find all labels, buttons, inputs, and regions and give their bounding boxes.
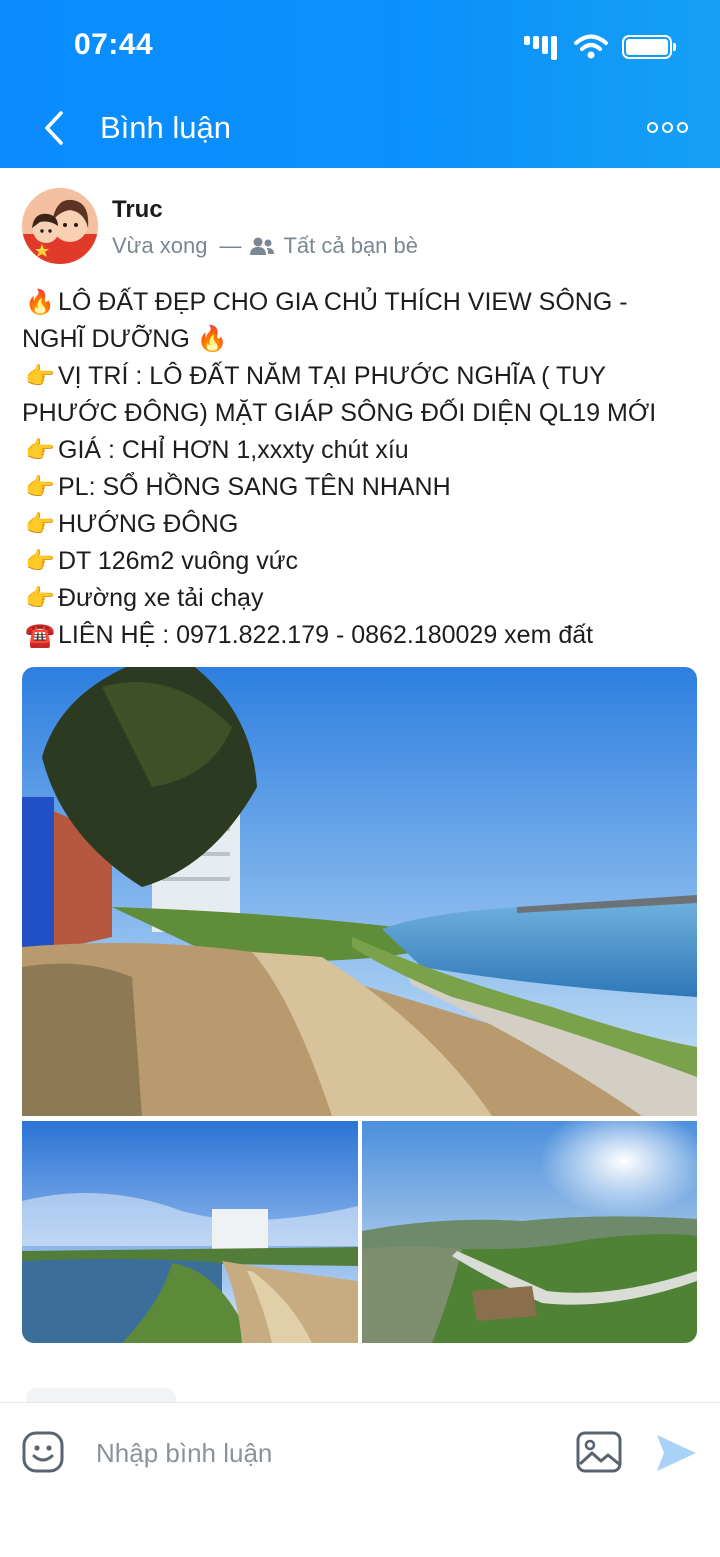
sticker-icon[interactable] xyxy=(22,1431,64,1473)
app-header: 07:44 Bình luận xyxy=(0,0,720,168)
post-line: ☎️ LIÊN HỆ : 0971.822.179 - 0862.180029 x… xyxy=(22,617,702,654)
post-photo-main[interactable] xyxy=(22,667,697,1116)
post-line: 👉 PL: SỔ HỒNG SANG TÊN NHANH xyxy=(22,469,702,506)
post-time: Vừa xong xyxy=(112,233,208,258)
image-icon[interactable] xyxy=(576,1431,622,1473)
back-button[interactable] xyxy=(36,108,72,148)
post-privacy[interactable]: Tất cả bạn bè xyxy=(283,233,418,259)
post-line-text: VỊ TRÍ : LÔ ĐẤT NĂM TẠI PHƯỚC NGHĨA ( TU… xyxy=(58,362,606,390)
battery-icon xyxy=(622,35,676,59)
post-line-text: PL: SỔ HỒNG SANG TÊN NHANH xyxy=(58,473,451,501)
more-options-button[interactable] xyxy=(644,114,690,140)
post-line: 👉 DT 126m2 vuông vức xyxy=(22,543,702,580)
post-line: 👉 GIÁ : CHỈ HƠN 1,xxxty chút xíu xyxy=(22,432,702,469)
more-dot xyxy=(676,121,688,133)
status-time: 07:44 xyxy=(74,28,154,61)
post-photo-3[interactable] xyxy=(362,1121,697,1343)
meta-separator: — xyxy=(219,233,242,258)
signal-icon xyxy=(524,34,560,60)
post-content: 🔥 LÔ ĐẤT ĐẸP CHO GIA CHỦ THÍCH VIEW SÔNG … xyxy=(22,284,702,654)
post-photo-2[interactable] xyxy=(22,1121,358,1343)
post-line-text: LÔ ĐẤT ĐẸP CHO GIA CHỦ THÍCH VIEW SÔNG - xyxy=(58,288,628,316)
pointing-hand-emoji: 👉 xyxy=(25,474,55,501)
post-line-text: NGHĨ DƯỠNG 🔥 xyxy=(22,325,228,353)
post-line-text: LIÊN HỆ : 0971.822.179 - 0862.180029 xem… xyxy=(58,621,594,649)
post-line: PHƯỚC ĐÔNG) MẶT GIÁP SÔNG ĐỐI DIỆN QL19 … xyxy=(22,395,702,432)
chevron-left-icon xyxy=(45,111,63,145)
friends-icon xyxy=(250,237,275,255)
post-line-text: Đường xe tải chạy xyxy=(58,584,264,612)
more-dot xyxy=(646,121,658,133)
post-line-text: DT 126m2 vuông vức xyxy=(58,547,299,575)
send-icon[interactable] xyxy=(654,1431,698,1475)
screen: 07:44 Bình luận Truc Vừa xong — Tất cả b… xyxy=(0,0,720,1557)
pointing-hand-emoji: 👉 xyxy=(25,511,55,538)
post-line-text: HƯỚNG ĐÔNG xyxy=(58,510,239,538)
pointing-hand-emoji: 👉 xyxy=(25,548,55,575)
comment-bar xyxy=(0,1402,720,1557)
post-author[interactable]: Truc xyxy=(112,196,163,224)
post-line: NGHĨ DƯỠNG 🔥 xyxy=(22,321,702,358)
telephone-emoji: ☎️ xyxy=(25,622,55,649)
comment-placeholder-bubble xyxy=(26,1388,176,1402)
post-line-text: GIÁ : CHỈ HƠN 1,xxxty chút xíu xyxy=(58,436,409,464)
pointing-hand-emoji: 👉 xyxy=(25,585,55,612)
fire-emoji: 🔥 xyxy=(25,289,55,316)
wifi-icon xyxy=(574,34,608,59)
post-meta: Vừa xong — Tất cả bạn bè xyxy=(112,233,418,259)
post-line-text: PHƯỚC ĐÔNG) MẶT GIÁP SÔNG ĐỐI DIỆN QL19 … xyxy=(22,399,657,427)
pointing-hand-emoji: 👉 xyxy=(25,363,55,390)
comment-input[interactable] xyxy=(96,1433,546,1473)
avatar[interactable] xyxy=(22,188,98,264)
post-line: 👉 Đường xe tải chạy xyxy=(22,580,702,617)
page-title: Bình luận xyxy=(100,110,231,145)
pointing-hand-emoji: 👉 xyxy=(25,437,55,464)
more-dot xyxy=(661,121,673,133)
post-line: 👉 VỊ TRÍ : LÔ ĐẤT NĂM TẠI PHƯỚC NGHĨA ( T… xyxy=(22,358,702,395)
post-line: 👉 HƯỚNG ĐÔNG xyxy=(22,506,702,543)
post-line: 🔥 LÔ ĐẤT ĐẸP CHO GIA CHỦ THÍCH VIEW SÔNG … xyxy=(22,284,702,321)
status-icons xyxy=(524,34,676,60)
